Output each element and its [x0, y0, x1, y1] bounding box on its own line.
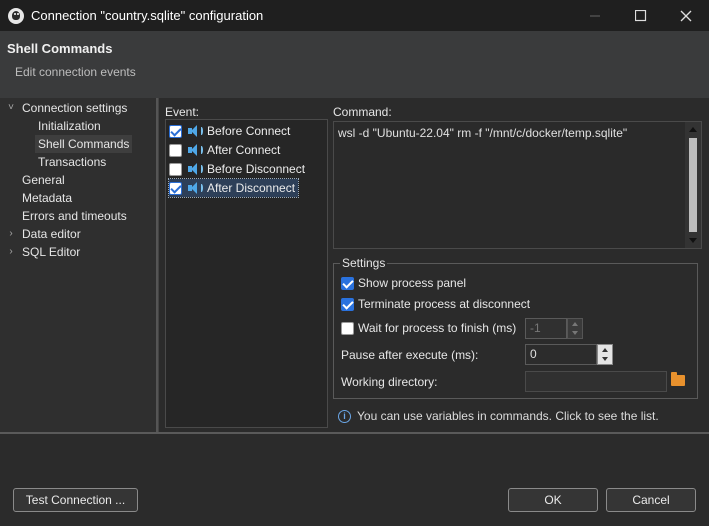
settings-tree: ˅ Connection settings Initialization She… [0, 98, 156, 434]
show-process-panel-label: Show process panel [358, 276, 467, 290]
ok-button[interactable]: OK [508, 488, 598, 512]
variables-info[interactable]: i You can use variables in commands. Cli… [338, 409, 659, 423]
chevron-right-icon[interactable]: › [6, 243, 16, 261]
event-item-label: After Disconnect [207, 181, 296, 195]
tree-item-errors-and-timeouts[interactable]: Errors and timeouts [22, 207, 127, 225]
chevron-right-icon[interactable]: › [6, 225, 16, 243]
speaker-icon [187, 181, 203, 195]
stepper-up-icon[interactable] [602, 348, 608, 352]
terminate-process-option[interactable]: Terminate process at disconnect [341, 297, 530, 311]
window-title: Connection "country.sqlite" configuratio… [31, 8, 264, 23]
cancel-button[interactable]: Cancel [606, 488, 696, 512]
minimize-button[interactable] [572, 0, 618, 31]
maximize-icon [635, 9, 647, 21]
checkbox[interactable] [169, 181, 182, 195]
panel-divider[interactable] [158, 98, 159, 434]
event-item-after-connect[interactable]: After Connect [169, 141, 280, 159]
tree-item-metadata[interactable]: Metadata [22, 189, 72, 207]
tree-item-sql-editor[interactable]: SQL Editor [22, 243, 80, 261]
wait-timeout-input[interactable]: -1 [525, 318, 567, 339]
working-directory-input[interactable] [525, 371, 667, 392]
info-icon: i [338, 409, 351, 423]
dbeaver-logo-icon [8, 7, 24, 24]
speaker-icon [187, 124, 203, 138]
stepper-down-icon[interactable] [602, 357, 608, 361]
scroll-up-icon[interactable] [689, 127, 697, 132]
command-textarea[interactable]: wsl -d "Ubuntu-22.04" rm -f "/mnt/c/dock… [333, 121, 702, 249]
tree-item-connection-settings[interactable]: Connection settings [22, 99, 127, 117]
command-label: Command: [333, 105, 392, 119]
minimize-icon [589, 15, 600, 17]
page-header: Shell Commands Edit connection events [0, 31, 709, 98]
close-button[interactable] [663, 0, 709, 31]
tree-item-initialization[interactable]: Initialization [38, 117, 101, 135]
wait-for-process-checkbox[interactable] [341, 321, 354, 335]
speaker-icon [187, 143, 203, 157]
stepper-up-icon[interactable] [572, 322, 578, 326]
close-icon [680, 10, 692, 21]
command-scrollbar[interactable] [685, 122, 701, 248]
terminate-process-label: Terminate process at disconnect [358, 297, 531, 311]
working-directory-label: Working directory: [341, 375, 438, 389]
show-process-panel-checkbox[interactable] [341, 276, 354, 290]
maximize-button[interactable] [618, 0, 664, 31]
tree-item-general[interactable]: General [22, 171, 65, 189]
stepper-down-icon[interactable] [572, 331, 578, 335]
checkbox[interactable] [169, 143, 182, 157]
page-subtitle: Edit connection events [15, 65, 136, 79]
scroll-down-icon[interactable] [689, 238, 697, 243]
event-item-before-connect[interactable]: Before Connect [169, 122, 290, 140]
test-connection-button[interactable]: Test Connection ... [13, 488, 138, 512]
settings-legend: Settings [340, 256, 388, 270]
title-bar: Connection "country.sqlite" configuratio… [0, 0, 709, 31]
wait-timeout-stepper[interactable] [567, 318, 583, 339]
event-item-before-disconnect[interactable]: Before Disconnect [169, 160, 305, 178]
tree-item-transactions[interactable]: Transactions [38, 153, 106, 171]
event-item-after-disconnect[interactable]: After Disconnect [167, 178, 300, 198]
speaker-icon [187, 162, 203, 176]
tree-item-shell-commands[interactable]: Shell Commands [35, 135, 133, 153]
tree-item-data-editor[interactable]: Data editor [22, 225, 81, 243]
pause-after-execute-input[interactable]: 0 [525, 344, 597, 365]
event-item-label: Before Connect [207, 124, 291, 138]
checkbox[interactable] [169, 162, 182, 176]
terminate-process-checkbox[interactable] [341, 297, 354, 311]
folder-icon[interactable] [671, 372, 685, 386]
wait-for-process-label: Wait for process to finish (ms) [358, 321, 517, 335]
wait-for-process-option[interactable]: Wait for process to finish (ms) [341, 321, 516, 335]
chevron-down-icon[interactable]: ˅ [6, 99, 16, 117]
scroll-thumb[interactable] [689, 138, 697, 232]
pause-after-execute-stepper[interactable] [597, 344, 613, 365]
command-text: wsl -d "Ubuntu-22.04" rm -f "/mnt/c/dock… [338, 126, 628, 140]
checkbox[interactable] [169, 124, 182, 138]
pause-after-execute-label: Pause after execute (ms): [341, 348, 479, 362]
event-item-label: After Connect [207, 143, 281, 157]
event-label: Event: [165, 105, 200, 119]
page-title: Shell Commands [7, 41, 113, 56]
footer-divider [0, 432, 709, 434]
variables-info-text[interactable]: You can use variables in commands. Click… [357, 409, 659, 423]
show-process-panel-option[interactable]: Show process panel [341, 276, 466, 290]
event-list: Before Connect After Connect Before Disc… [165, 119, 328, 428]
event-item-label: Before Disconnect [207, 162, 306, 176]
